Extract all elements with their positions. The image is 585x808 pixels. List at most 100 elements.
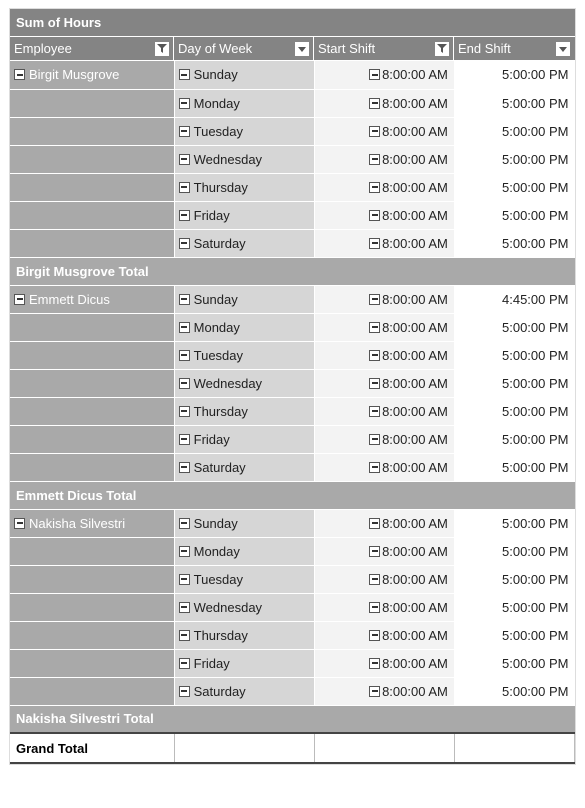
day-of-week-cell[interactable]: Tuesday — [174, 565, 314, 593]
employee-cell[interactable] — [10, 453, 174, 481]
start-shift-cell[interactable]: 8:00:00 AM — [314, 313, 454, 341]
collapse-icon[interactable] — [369, 210, 380, 221]
employee-cell[interactable] — [10, 621, 174, 649]
employee-cell[interactable] — [10, 649, 174, 677]
day-of-week-cell[interactable]: Monday — [174, 89, 314, 117]
start-shift-cell[interactable]: 8:00:00 AM — [314, 593, 454, 621]
start-shift-cell[interactable]: 8:00:00 AM — [314, 369, 454, 397]
collapse-icon[interactable] — [369, 154, 380, 165]
day-of-week-cell[interactable]: Thursday — [174, 397, 314, 425]
collapse-icon[interactable] — [179, 378, 190, 389]
employee-cell[interactable] — [10, 117, 174, 145]
collapse-icon[interactable] — [369, 294, 380, 305]
start-shift-cell[interactable]: 8:00:00 AM — [314, 285, 454, 313]
collapse-icon[interactable] — [369, 546, 380, 557]
header-end-shift[interactable]: End Shift — [454, 37, 574, 60]
collapse-icon[interactable] — [179, 69, 190, 80]
collapse-icon[interactable] — [369, 378, 380, 389]
day-of-week-cell[interactable]: Wednesday — [174, 145, 314, 173]
start-shift-cell[interactable]: 8:00:00 AM — [314, 425, 454, 453]
employee-cell[interactable]: Birgit Musgrove — [10, 61, 174, 89]
collapse-icon[interactable] — [14, 518, 25, 529]
start-shift-cell[interactable]: 8:00:00 AM — [314, 201, 454, 229]
employee-cell[interactable] — [10, 425, 174, 453]
collapse-icon[interactable] — [179, 518, 190, 529]
collapse-icon[interactable] — [14, 69, 25, 80]
collapse-icon[interactable] — [179, 210, 190, 221]
collapse-icon[interactable] — [179, 462, 190, 473]
start-shift-cell[interactable]: 8:00:00 AM — [314, 173, 454, 201]
start-shift-cell[interactable]: 8:00:00 AM — [314, 677, 454, 705]
collapse-icon[interactable] — [369, 182, 380, 193]
day-of-week-cell[interactable]: Friday — [174, 425, 314, 453]
day-of-week-cell[interactable]: Monday — [174, 313, 314, 341]
employee-cell[interactable] — [10, 397, 174, 425]
collapse-icon[interactable] — [369, 69, 380, 80]
day-of-week-cell[interactable]: Thursday — [174, 173, 314, 201]
day-of-week-cell[interactable]: Saturday — [174, 677, 314, 705]
collapse-icon[interactable] — [369, 350, 380, 361]
start-shift-cell[interactable]: 8:00:00 AM — [314, 145, 454, 173]
start-shift-cell[interactable]: 8:00:00 AM — [314, 537, 454, 565]
collapse-icon[interactable] — [179, 182, 190, 193]
start-shift-cell[interactable]: 8:00:00 AM — [314, 397, 454, 425]
collapse-icon[interactable] — [369, 462, 380, 473]
start-shift-cell[interactable]: 8:00:00 AM — [314, 565, 454, 593]
collapse-icon[interactable] — [179, 434, 190, 445]
employee-cell[interactable]: Nakisha Silvestri — [10, 509, 174, 537]
employee-cell[interactable] — [10, 173, 174, 201]
employee-cell[interactable] — [10, 229, 174, 257]
day-of-week-cell[interactable]: Wednesday — [174, 593, 314, 621]
employee-cell[interactable] — [10, 565, 174, 593]
collapse-icon[interactable] — [369, 686, 380, 697]
collapse-icon[interactable] — [369, 518, 380, 529]
collapse-icon[interactable] — [179, 98, 190, 109]
header-employee[interactable]: Employee — [10, 37, 174, 60]
collapse-icon[interactable] — [179, 574, 190, 585]
collapse-icon[interactable] — [179, 350, 190, 361]
employee-cell[interactable] — [10, 369, 174, 397]
collapse-icon[interactable] — [14, 294, 25, 305]
employee-cell[interactable] — [10, 593, 174, 621]
collapse-icon[interactable] — [369, 322, 380, 333]
collapse-icon[interactable] — [179, 154, 190, 165]
day-of-week-cell[interactable]: Friday — [174, 201, 314, 229]
collapse-icon[interactable] — [179, 294, 190, 305]
day-of-week-cell[interactable]: Monday — [174, 537, 314, 565]
employee-cell[interactable]: Emmett Dicus — [10, 285, 174, 313]
filter-icon[interactable] — [435, 42, 449, 56]
employee-cell[interactable] — [10, 537, 174, 565]
start-shift-cell[interactable]: 8:00:00 AM — [314, 341, 454, 369]
employee-cell[interactable] — [10, 145, 174, 173]
start-shift-cell[interactable]: 8:00:00 AM — [314, 621, 454, 649]
employee-cell[interactable] — [10, 201, 174, 229]
collapse-icon[interactable] — [369, 238, 380, 249]
collapse-icon[interactable] — [179, 686, 190, 697]
collapse-icon[interactable] — [179, 406, 190, 417]
employee-cell[interactable] — [10, 313, 174, 341]
collapse-icon[interactable] — [369, 658, 380, 669]
start-shift-cell[interactable]: 8:00:00 AM — [314, 89, 454, 117]
employee-cell[interactable] — [10, 341, 174, 369]
collapse-icon[interactable] — [179, 546, 190, 557]
header-start-shift[interactable]: Start Shift — [314, 37, 454, 60]
collapse-icon[interactable] — [179, 658, 190, 669]
start-shift-cell[interactable]: 8:00:00 AM — [314, 117, 454, 145]
day-of-week-cell[interactable]: Saturday — [174, 229, 314, 257]
employee-cell[interactable] — [10, 89, 174, 117]
collapse-icon[interactable] — [369, 574, 380, 585]
day-of-week-cell[interactable]: Wednesday — [174, 369, 314, 397]
collapse-icon[interactable] — [179, 238, 190, 249]
header-day-of-week[interactable]: Day of Week — [174, 37, 314, 60]
collapse-icon[interactable] — [369, 434, 380, 445]
collapse-icon[interactable] — [179, 602, 190, 613]
employee-cell[interactable] — [10, 677, 174, 705]
start-shift-cell[interactable]: 8:00:00 AM — [314, 229, 454, 257]
day-of-week-cell[interactable]: Sunday — [174, 285, 314, 313]
start-shift-cell[interactable]: 8:00:00 AM — [314, 61, 454, 89]
dropdown-icon[interactable] — [295, 42, 309, 56]
day-of-week-cell[interactable]: Sunday — [174, 61, 314, 89]
filter-icon[interactable] — [155, 42, 169, 56]
dropdown-icon[interactable] — [556, 42, 570, 56]
day-of-week-cell[interactable]: Friday — [174, 649, 314, 677]
